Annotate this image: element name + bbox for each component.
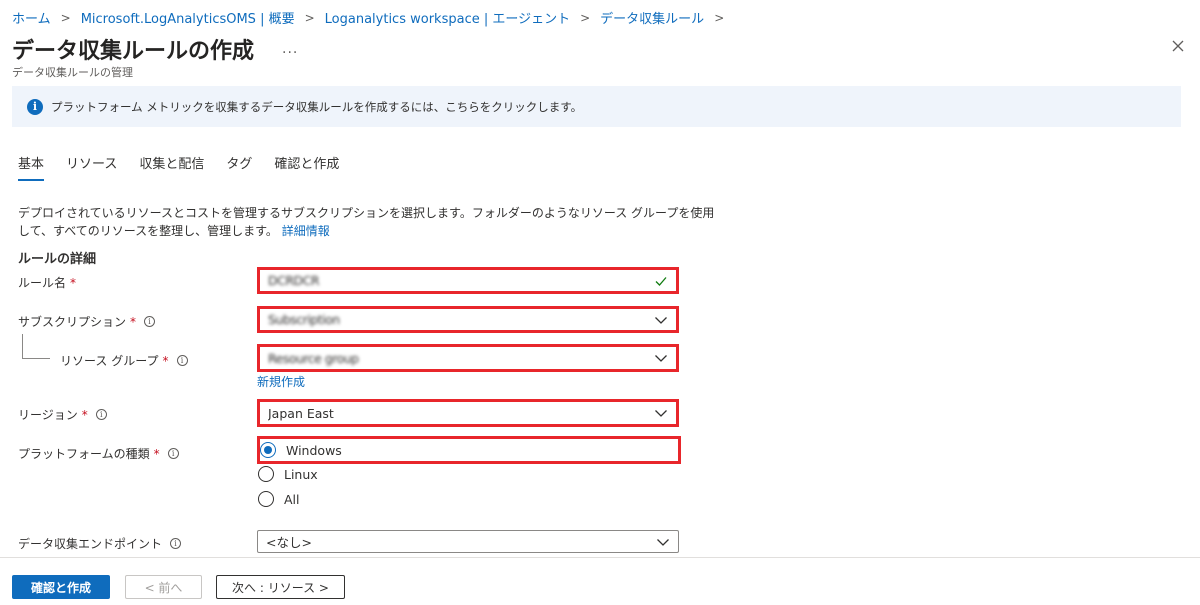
- chevron-down-icon: [657, 538, 669, 546]
- create-new-resource-group-link[interactable]: 新規作成: [257, 373, 305, 390]
- more-options-button[interactable]: ...: [282, 41, 298, 57]
- region-label-text: リージョン: [18, 408, 78, 422]
- info-icon[interactable]: i: [170, 538, 182, 549]
- tab-bar: 基本 リソース 収集と配信 タグ 確認と作成: [18, 153, 361, 181]
- tab-review-create[interactable]: 確認と作成: [274, 153, 339, 181]
- breadcrumb-loganalytics-oms[interactable]: Microsoft.LogAnalyticsOMS | 概要: [81, 8, 295, 27]
- breadcrumb: ホーム > Microsoft.LogAnalyticsOMS | 概要 > L…: [12, 8, 728, 28]
- chevron-down-icon: [655, 316, 667, 324]
- info-banner-text: プラットフォーム メトリックを収集するデータ収集ルールを作成するには、こちらをク…: [51, 99, 583, 114]
- title-row: データ収集ルールの作成 ...: [12, 33, 298, 65]
- learn-more-link[interactable]: 詳細情報: [282, 224, 330, 238]
- subscription-select[interactable]: Subscription: [257, 306, 679, 333]
- chevron-right-icon: >: [304, 10, 315, 25]
- radio-windows[interactable]: Windows: [260, 442, 342, 458]
- chevron-down-icon: [655, 410, 667, 417]
- required-marker: *: [130, 314, 137, 329]
- tab-collect-and-deliver[interactable]: 収集と配信: [139, 153, 204, 181]
- region-label: リージョン * i: [18, 406, 107, 423]
- required-marker: *: [153, 446, 160, 461]
- radio-linux-label: Linux: [284, 466, 318, 482]
- info-icon[interactable]: i: [167, 448, 179, 459]
- breadcrumb-home[interactable]: ホーム: [12, 8, 51, 27]
- resource-group-label-text: リソース グループ: [60, 354, 159, 368]
- info-banner[interactable]: i プラットフォーム メトリックを収集するデータ収集ルールを作成するには、こちら…: [12, 86, 1181, 127]
- next-resources-button[interactable]: 次へ : リソース >: [216, 575, 345, 599]
- endpoint-value: <なし>: [266, 535, 312, 550]
- chevron-right-icon: >: [714, 10, 725, 25]
- info-icon[interactable]: i: [144, 316, 156, 327]
- radio-all[interactable]: All: [258, 491, 300, 507]
- tab-tags[interactable]: タグ: [226, 153, 252, 181]
- tree-connector-horizontal: [22, 358, 50, 359]
- subscription-label-text: サブスクリプション: [18, 315, 127, 329]
- close-icon[interactable]: [1170, 38, 1186, 54]
- endpoint-label-text: データ収集エンドポイント: [18, 537, 163, 551]
- rule-name-input[interactable]: DCRDCR: [257, 267, 679, 294]
- radio-windows-label: Windows: [286, 442, 342, 458]
- endpoint-select[interactable]: <なし>: [257, 530, 679, 553]
- required-marker: *: [70, 275, 77, 290]
- rule-name-value: DCRDCR: [268, 273, 320, 288]
- radio-button-selected[interactable]: [260, 442, 276, 458]
- endpoint-label: データ収集エンドポイント i: [18, 535, 182, 552]
- info-icon: i: [27, 98, 43, 115]
- radio-button[interactable]: [258, 466, 274, 482]
- resource-group-select[interactable]: Resource group: [257, 344, 679, 372]
- tab-basics[interactable]: 基本: [18, 153, 45, 181]
- previous-button[interactable]: < 前へ: [125, 575, 202, 599]
- radio-all-label: All: [284, 491, 300, 507]
- section-rule-details: ルールの詳細: [18, 252, 97, 267]
- radio-button[interactable]: [258, 491, 274, 507]
- tab-resources[interactable]: リソース: [66, 153, 117, 181]
- review-create-button[interactable]: 確認と作成: [12, 575, 110, 599]
- breadcrumb-data-collection-rules[interactable]: データ収集ルール: [600, 8, 704, 27]
- required-marker: *: [81, 407, 88, 422]
- page-title: データ収集ルールの作成: [12, 39, 255, 64]
- tree-connector-vertical: [22, 334, 23, 358]
- info-icon[interactable]: i: [95, 409, 107, 420]
- region-value: Japan East: [268, 405, 334, 421]
- chevron-right-icon: >: [580, 10, 591, 25]
- resource-group-label: リソース グループ * i: [60, 352, 188, 369]
- subscription-label: サブスクリプション * i: [18, 313, 156, 330]
- platform-type-label-text: プラットフォームの種類: [18, 447, 150, 461]
- rule-name-label: ルール名 *: [18, 274, 76, 291]
- rule-name-label-text: ルール名: [18, 276, 67, 290]
- breadcrumb-workspace-agents[interactable]: Loganalytics workspace | エージェント: [325, 8, 570, 27]
- chevron-right-icon: >: [60, 10, 71, 25]
- chevron-down-icon: [655, 355, 667, 362]
- region-select[interactable]: Japan East: [257, 399, 679, 427]
- description: デプロイされているリソースとコストを管理するサブスクリプションを選択します。フォ…: [18, 204, 718, 240]
- info-icon[interactable]: i: [176, 355, 188, 366]
- platform-type-label: プラットフォームの種類 * i: [18, 445, 179, 462]
- check-icon: [655, 276, 667, 286]
- radio-linux[interactable]: Linux: [258, 466, 318, 482]
- subscription-value: Subscription: [268, 312, 340, 327]
- required-marker: *: [162, 353, 169, 368]
- description-text: デプロイされているリソースとコストを管理するサブスクリプションを選択します。フォ…: [18, 206, 715, 238]
- page-subtitle: データ収集ルールの管理: [12, 66, 133, 79]
- resource-group-value: Resource group: [268, 350, 359, 366]
